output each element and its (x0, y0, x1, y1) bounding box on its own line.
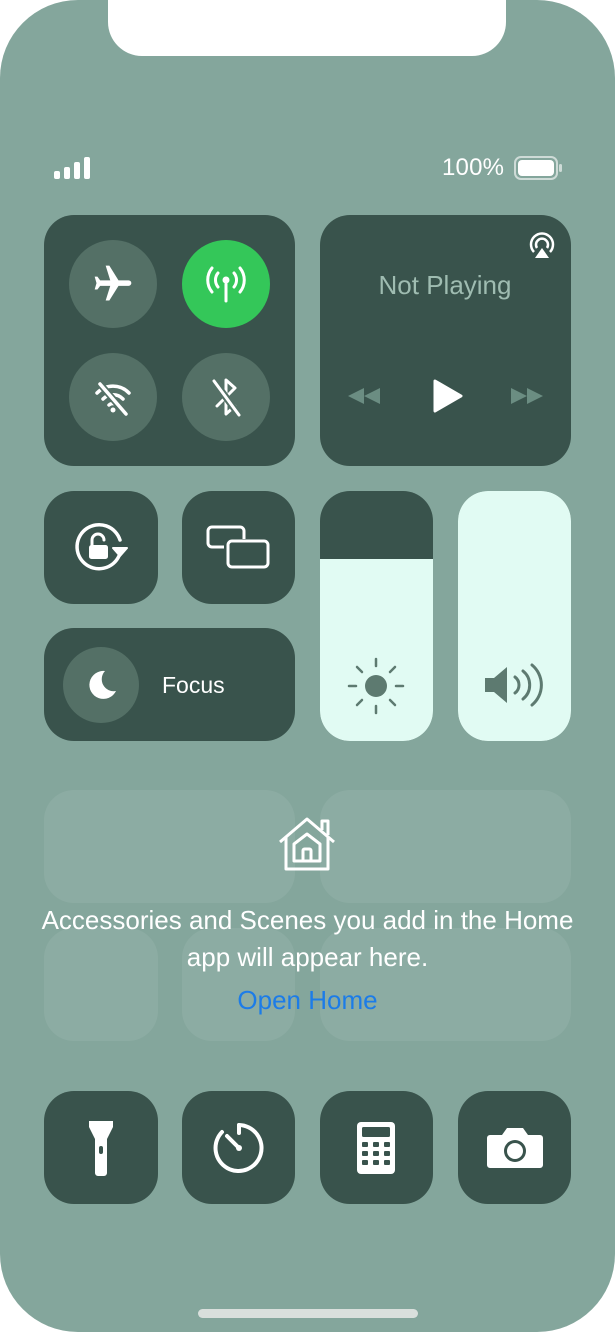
cellular-data-button[interactable] (182, 240, 270, 328)
bluetooth-button[interactable] (182, 353, 270, 441)
home-placeholder-tile (320, 790, 571, 903)
airplay-icon[interactable] (526, 231, 558, 261)
speaker-icon (485, 663, 543, 707)
moon-icon (89, 670, 116, 699)
wifi-button[interactable] (69, 353, 157, 441)
fast-forward-icon[interactable] (509, 384, 545, 408)
flashlight-icon (89, 1121, 113, 1176)
timer-icon (213, 1123, 264, 1173)
battery-full-icon (514, 156, 562, 180)
sun-icon (347, 657, 405, 715)
now-playing-title: Not Playing (378, 270, 512, 300)
focus-moon-circle (63, 647, 139, 723)
home-icon (279, 817, 335, 871)
airplane-icon (94, 265, 132, 301)
camera-icon (487, 1128, 543, 1168)
battery-percentage: 100% (442, 154, 505, 181)
home-placeholder-tile (44, 790, 295, 903)
device-notch (108, 0, 506, 56)
cellular-signal-icon (54, 157, 90, 179)
home-empty-message: Accessories and Scenes you add in the Ho… (41, 905, 574, 972)
cellular-antenna-icon (206, 266, 246, 303)
rewind-icon[interactable] (346, 384, 382, 408)
focus-label: Focus (162, 672, 225, 698)
airplane-mode-button[interactable] (69, 240, 157, 328)
screen-mirroring-icon (206, 525, 270, 569)
open-home-link[interactable]: Open Home (40, 985, 575, 1016)
wifi-off-icon (95, 380, 131, 418)
calculator-icon (357, 1122, 395, 1174)
orientation-lock-icon (75, 522, 128, 571)
control-center: 100% Not Playing Focus Accessories and S… (0, 0, 615, 1332)
home-indicator[interactable] (198, 1309, 418, 1318)
play-icon[interactable] (430, 378, 464, 414)
bluetooth-off-icon (210, 377, 243, 419)
